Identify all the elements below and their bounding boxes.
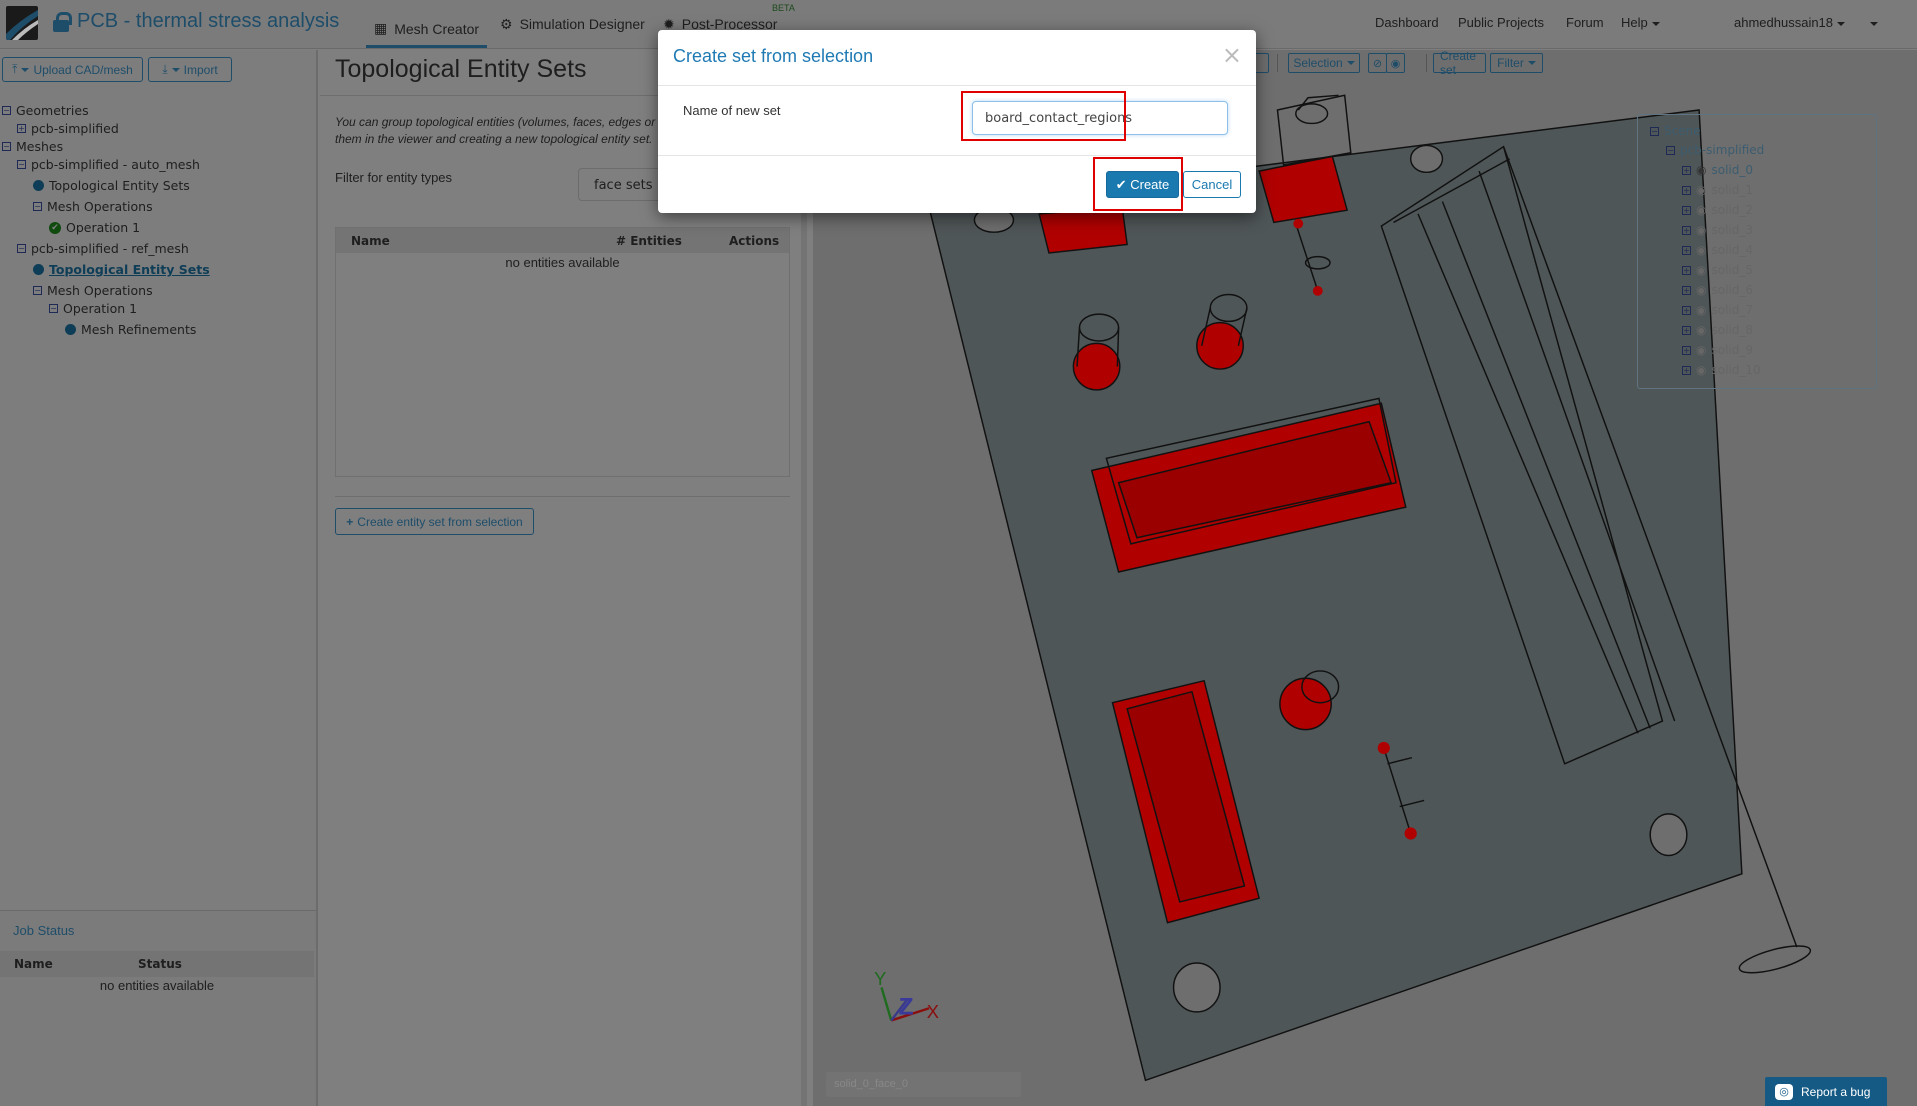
scene-solid-item[interactable]: + ◉ solid_1 (1682, 183, 1753, 197)
scene-solid-item[interactable]: + ◉ solid_9 (1682, 343, 1753, 357)
expand-icon[interactable]: + (1682, 205, 1691, 215)
axis-y-label: Y (874, 968, 886, 989)
axis-z-label: Z (899, 993, 914, 1020)
eye-icon[interactable]: ◉ (1696, 263, 1706, 277)
tree-label: solid_2 (1711, 203, 1753, 217)
hide-button[interactable]: ⊘ (1368, 53, 1387, 73)
eye-icon[interactable]: ◉ (1696, 223, 1706, 237)
check-icon: ✔ (1115, 176, 1131, 192)
tree-label: solid_4 (1711, 243, 1753, 257)
scene-solid-item[interactable]: + ◉ solid_4 (1682, 243, 1753, 257)
scene-solid-item[interactable]: + ◉ solid_6 (1682, 283, 1753, 297)
eye-icon[interactable]: ◉ (1696, 303, 1706, 317)
expand-icon[interactable]: + (1682, 265, 1691, 275)
eye-icon[interactable]: ◉ (1696, 283, 1706, 297)
scene-model[interactable]: − pcb-simplified (1666, 143, 1764, 157)
eye-icon[interactable]: ◉ (1696, 203, 1706, 217)
red-component (1072, 342, 1121, 391)
red-component (1196, 321, 1244, 370)
eye-icon[interactable]: ◉ (1696, 323, 1706, 337)
create-label: Create (1130, 176, 1170, 192)
tree-label: solid_1 (1711, 183, 1753, 197)
caret-down-icon (1346, 61, 1355, 65)
selection-label: Selection (1293, 56, 1343, 70)
viewer-toolbar-button[interactable] (1256, 53, 1269, 73)
scene-solid-item[interactable]: + ◉ solid_3 (1682, 223, 1753, 237)
tree-label: Scene (1664, 124, 1701, 138)
scene-solid-item[interactable]: + ◉ solid_0 (1682, 163, 1753, 177)
collapse-icon[interactable]: − (1666, 145, 1675, 155)
expand-icon[interactable]: + (1682, 225, 1691, 235)
eye-icon[interactable]: ◉ (1696, 243, 1706, 257)
report-bug-label: Report a bug (1801, 1084, 1871, 1099)
filter-dropdown[interactable]: Filter (1490, 53, 1543, 73)
scene-root[interactable]: − Scene (1650, 124, 1701, 138)
tree-label: solid_0 (1711, 163, 1753, 177)
close-icon[interactable]: × (1222, 41, 1242, 69)
mounting-hole (1409, 144, 1444, 174)
tree-label: solid_7 (1711, 303, 1753, 317)
eye-slash-icon: ⊘ (1372, 57, 1383, 70)
eye-icon[interactable]: ◉ (1696, 363, 1706, 377)
scene-solid-item[interactable]: + ◉ solid_7 (1682, 303, 1753, 317)
axis-gizmo: Y Z X (874, 968, 939, 1022)
tree-label: solid_8 (1711, 323, 1753, 337)
create-set-button[interactable]: Create set (1433, 49, 1486, 77)
eye-icon: ◉ (1390, 57, 1401, 70)
expand-icon[interactable]: + (1682, 345, 1691, 355)
wireframe-component (1276, 94, 1352, 166)
show-button[interactable]: ◉ (1386, 53, 1405, 73)
red-component (1279, 677, 1332, 731)
tree-label: solid_9 (1711, 343, 1753, 357)
expand-icon[interactable]: + (1682, 325, 1691, 335)
report-bug-button[interactable]: ◎ Report a bug (1765, 1077, 1887, 1106)
eye-icon[interactable]: ◉ (1696, 163, 1706, 177)
mounting-hole (1172, 962, 1221, 1013)
create-button[interactable]: ✔ Create (1106, 171, 1179, 198)
collapse-icon[interactable]: − (1650, 126, 1659, 136)
bug-camera-icon: ◎ (1775, 1083, 1793, 1100)
scene-solid-item[interactable]: + ◉ solid_2 (1682, 203, 1753, 217)
eye-icon[interactable]: ◉ (1696, 183, 1706, 197)
filter-label: Filter (1497, 56, 1524, 70)
tree-label: solid_5 (1711, 263, 1753, 277)
expand-icon[interactable]: + (1682, 365, 1691, 375)
tree-label: solid_10 (1711, 363, 1761, 377)
selection-info-box[interactable]: solid_0_face_0 (826, 1072, 1021, 1097)
scene-solid-item[interactable]: + ◉ solid_8 (1682, 323, 1753, 337)
scene-solid-item[interactable]: + ◉ solid_5 (1682, 263, 1753, 277)
expand-icon[interactable]: + (1682, 165, 1691, 175)
tree-label: solid_3 (1711, 223, 1753, 237)
pcb-board (928, 109, 1743, 1082)
red-component (1038, 206, 1128, 254)
caret-down-icon (1527, 61, 1536, 65)
expand-icon[interactable]: + (1682, 285, 1691, 295)
set-name-input[interactable] (972, 101, 1228, 135)
scene-solid-item[interactable]: + ◉ solid_10 (1682, 363, 1761, 377)
axis-x-label: X (927, 1001, 939, 1022)
tree-label: solid_6 (1711, 283, 1753, 297)
create-set-dialog: Create set from selection × Name of new … (658, 30, 1256, 213)
set-name-label: Name of new set (683, 103, 781, 118)
selection-dropdown[interactable]: Selection (1288, 53, 1360, 73)
expand-icon[interactable]: + (1682, 245, 1691, 255)
scene-tree-panel: − Scene − pcb-simplified + ◉ solid_0 + ◉ solid_… (1637, 114, 1877, 389)
cancel-button[interactable]: Cancel (1183, 171, 1241, 198)
expand-icon[interactable]: + (1682, 185, 1691, 195)
dialog-title: Create set from selection (673, 46, 874, 66)
eye-icon[interactable]: ◉ (1696, 343, 1706, 357)
tree-label: pcb-simplified (1680, 143, 1765, 157)
expand-icon[interactable]: + (1682, 305, 1691, 315)
mounting-hole (1649, 813, 1688, 857)
